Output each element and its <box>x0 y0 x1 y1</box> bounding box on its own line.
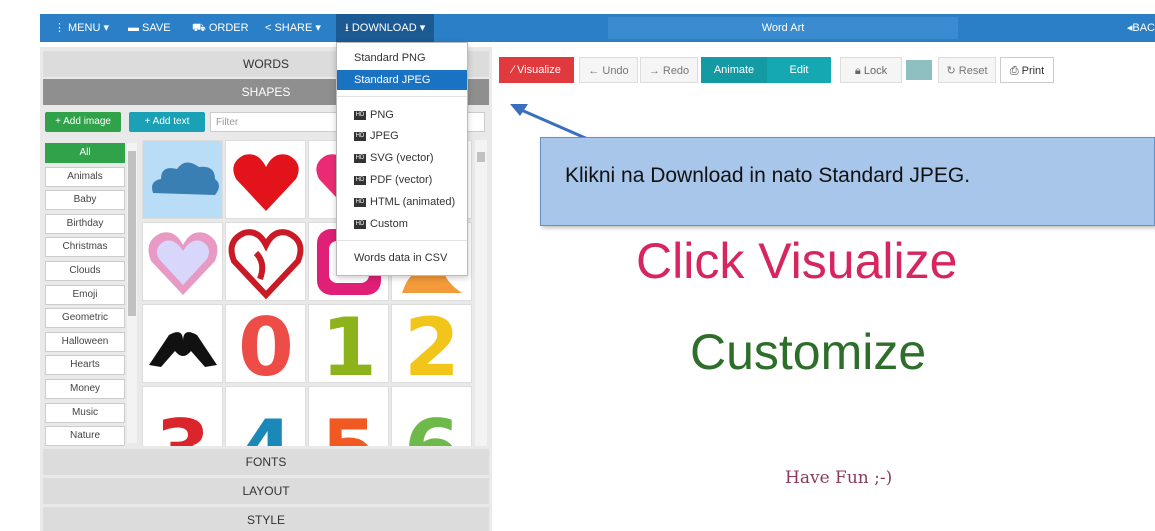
instruction-callout: Klikni na Download in nato Standard JPEG… <box>540 137 1155 226</box>
callout-arrow <box>510 104 591 142</box>
callout-text: Klikni na Download in nato Standard JPEG… <box>565 164 971 187</box>
